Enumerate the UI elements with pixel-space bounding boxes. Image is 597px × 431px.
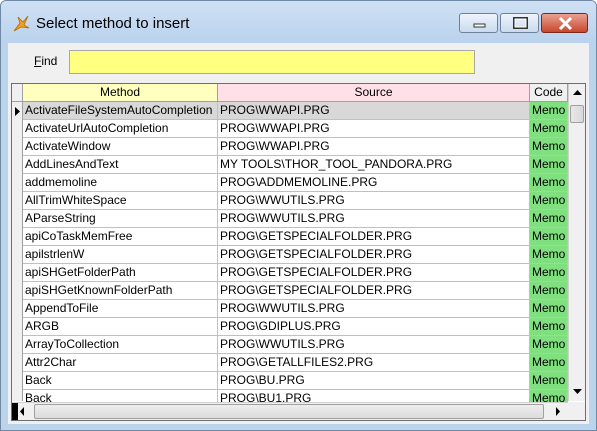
source-cell[interactable]: PROG\GETSPECIALFOLDER.PRG	[218, 246, 530, 264]
code-cell[interactable]: Memo	[530, 102, 568, 120]
column-header-code[interactable]: Code	[530, 84, 568, 102]
table-row[interactable]: apiSHGetFolderPath PROG\GETSPECIALFOLDER.…	[23, 264, 568, 282]
method-cell[interactable]: Attr2Char	[23, 354, 218, 372]
method-cell[interactable]: apiCoTaskMemFree	[23, 228, 218, 246]
source-cell[interactable]: PROG\GETSPECIALFOLDER.PRG	[218, 282, 530, 300]
arrow-down-icon	[573, 389, 582, 394]
vertical-scroll-thumb[interactable]	[570, 105, 584, 123]
code-cell[interactable]: Memo	[530, 210, 568, 228]
table-row[interactable]: ActivateUrlAutoCompletion PROG\WWAPI.PRG M…	[23, 120, 568, 138]
source-cell[interactable]: PROG\WWUTILS.PRG	[218, 192, 530, 210]
table-row[interactable]: AddLinesAndText MY TOOLS\THOR_TOOL_PANDOR…	[23, 156, 568, 174]
find-label: Find	[34, 54, 58, 68]
find-input[interactable]	[69, 50, 475, 74]
vertical-scrollbar[interactable]	[568, 84, 585, 401]
method-cell[interactable]: addmemoline	[23, 174, 218, 192]
window-title: Select method to insert	[36, 15, 190, 32]
code-cell[interactable]: Memo	[530, 228, 568, 246]
arrow-up-icon	[573, 90, 582, 95]
table-row[interactable]: ActivateFileSystemAutoCompletion PROG\WWA…	[23, 102, 568, 120]
code-cell[interactable]: Memo	[530, 282, 568, 300]
method-cell[interactable]: AppendToFile	[23, 300, 218, 318]
method-cell[interactable]: apiSHGetKnownFolderPath	[23, 282, 218, 300]
source-cell[interactable]: PROG\WWAPI.PRG	[218, 102, 530, 120]
table-row[interactable]: addmemoline PROG\ADDMEMOLINE.PRG Memo	[23, 174, 568, 192]
method-cell[interactable]: apilstrlenW	[23, 246, 218, 264]
scroll-left-button[interactable]	[12, 403, 29, 420]
method-cell[interactable]: ArrayToCollection	[23, 336, 218, 354]
code-cell[interactable]: Memo	[530, 120, 568, 138]
column-header-source[interactable]: Source	[218, 84, 530, 102]
scroll-right-button[interactable]	[550, 403, 567, 420]
methods-grid: Method Source Code ActivateFileSystemAut…	[11, 83, 586, 421]
source-cell[interactable]: PROG\ADDMEMOLINE.PRG	[218, 174, 530, 192]
table-row[interactable]: apilstrlenW PROG\GETSPECIALFOLDER.PRG Memo	[23, 246, 568, 264]
method-cell[interactable]: Back	[23, 372, 218, 390]
source-cell[interactable]: PROG\GETSPECIALFOLDER.PRG	[218, 264, 530, 282]
table-row[interactable]: ArrayToCollection PROG\WWUTILS.PRG Memo	[23, 336, 568, 354]
source-cell[interactable]: PROG\GDIPLUS.PRG	[218, 318, 530, 336]
grid-corner-header	[12, 84, 23, 102]
minimize-button[interactable]	[459, 13, 498, 33]
source-cell[interactable]: PROG\GETALLFILES2.PRG	[218, 354, 530, 372]
horizontal-scrollbar[interactable]	[12, 402, 568, 420]
close-button[interactable]	[541, 13, 588, 33]
code-cell[interactable]: Memo	[530, 156, 568, 174]
code-cell[interactable]: Memo	[530, 372, 568, 390]
horizontal-scroll-thumb[interactable]	[34, 404, 544, 419]
dialog-window: Select method to insert Find Method Sour…	[0, 0, 597, 431]
arrow-left-icon	[12, 403, 24, 420]
source-cell[interactable]: PROG\GETSPECIALFOLDER.PRG	[218, 228, 530, 246]
source-cell[interactable]: PROG\WWUTILS.PRG	[218, 210, 530, 228]
method-cell[interactable]: apiSHGetFolderPath	[23, 264, 218, 282]
minimize-icon	[473, 23, 486, 28]
table-row[interactable]: AppendToFile PROG\WWUTILS.PRG Memo	[23, 300, 568, 318]
title-bar[interactable]: Select method to insert	[1, 1, 596, 43]
table-row[interactable]: ARGB PROG\GDIPLUS.PRG Memo	[23, 318, 568, 336]
table-row[interactable]: ActivateWindow PROG\WWAPI.PRG Memo	[23, 138, 568, 156]
close-icon	[558, 16, 573, 31]
maximize-button[interactable]	[500, 13, 539, 33]
method-cell[interactable]: ActivateUrlAutoCompletion	[23, 120, 218, 138]
table-row[interactable]: AllTrimWhiteSpace PROG\WWUTILS.PRG Memo	[23, 192, 568, 210]
method-cell[interactable]: ActivateFileSystemAutoCompletion	[23, 102, 218, 120]
table-row[interactable]: AParseString PROG\WWUTILS.PRG Memo	[23, 210, 568, 228]
code-cell[interactable]: Memo	[530, 318, 568, 336]
scroll-up-button[interactable]	[569, 84, 585, 101]
source-cell[interactable]: PROG\WWAPI.PRG	[218, 138, 530, 156]
row-selector-column[interactable]	[12, 102, 23, 401]
dialog-body: Find Method Source Code ActivateFileSyst…	[8, 43, 589, 424]
source-cell[interactable]: PROG\BU.PRG	[218, 372, 530, 390]
code-cell[interactable]: Memo	[530, 192, 568, 210]
code-cell[interactable]: Memo	[530, 300, 568, 318]
code-cell[interactable]: Memo	[530, 264, 568, 282]
table-row[interactable]: apiCoTaskMemFree PROG\GETSPECIALFOLDER.PR…	[23, 228, 568, 246]
method-cell[interactable]: AddLinesAndText	[23, 156, 218, 174]
table-row[interactable]: apiSHGetKnownFolderPath PROG\GETSPECIALFO…	[23, 282, 568, 300]
method-cell[interactable]: AllTrimWhiteSpace	[23, 192, 218, 210]
scrollbar-corner	[568, 402, 585, 420]
table-row[interactable]: Attr2Char PROG\GETALLFILES2.PRG Memo	[23, 354, 568, 372]
current-row-arrow-icon	[15, 107, 20, 116]
code-cell[interactable]: Memo	[530, 138, 568, 156]
source-cell[interactable]: PROG\WWUTILS.PRG	[218, 336, 530, 354]
method-cell[interactable]: ARGB	[23, 318, 218, 336]
source-cell[interactable]: PROG\WWAPI.PRG	[218, 120, 530, 138]
app-logo-icon	[13, 15, 30, 32]
code-cell[interactable]: Memo	[530, 354, 568, 372]
code-cell[interactable]: Memo	[530, 336, 568, 354]
source-cell[interactable]: PROG\WWUTILS.PRG	[218, 300, 530, 318]
arrow-right-icon	[556, 407, 560, 416]
method-cell[interactable]: ActivateWindow	[23, 138, 218, 156]
code-cell[interactable]: Memo	[530, 174, 568, 192]
method-cell[interactable]: AParseString	[23, 210, 218, 228]
source-cell[interactable]: MY TOOLS\THOR_TOOL_PANDORA.PRG	[218, 156, 530, 174]
table-row[interactable]: Back PROG\BU.PRG Memo	[23, 372, 568, 390]
scroll-down-button[interactable]	[569, 383, 585, 400]
code-cell[interactable]: Memo	[530, 246, 568, 264]
maximize-icon	[513, 17, 528, 29]
column-header-method[interactable]: Method	[23, 84, 218, 102]
